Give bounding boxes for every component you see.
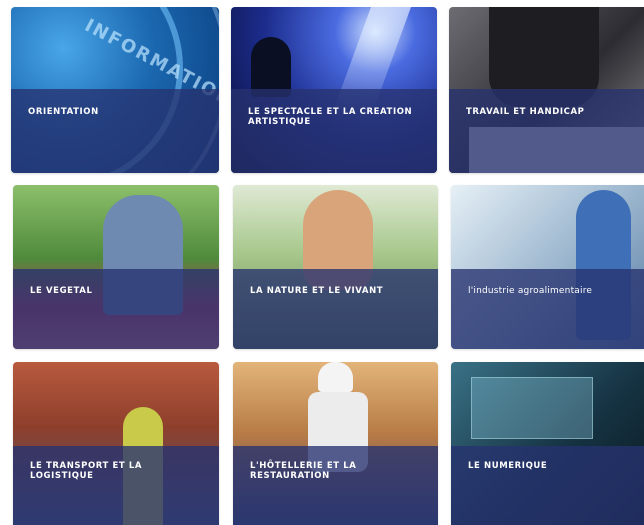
label-band bbox=[233, 269, 438, 349]
sector-grid: INFORMATION ORIENTATION LE SPECTACLE ET … bbox=[0, 0, 644, 525]
tile-label: TRAVAIL ET HANDICAP bbox=[466, 107, 585, 117]
tile-label: LE SPECTACLE ET LA CREATION ARTISTIQUE bbox=[248, 107, 413, 127]
tile-label: LA NATURE ET LE VIVANT bbox=[250, 286, 384, 296]
label-band bbox=[13, 269, 219, 349]
tile-vegetal[interactable]: LE VEGETAL bbox=[13, 185, 219, 349]
tile-transport-logistique[interactable]: LE TRANSPORT ET LA LOGISTIQUE bbox=[13, 362, 219, 525]
label-band bbox=[451, 446, 644, 525]
label-band bbox=[449, 89, 644, 173]
label-band bbox=[231, 89, 437, 173]
tile-label: L'HÔTELLERIE ET LA RESTAURATION bbox=[250, 461, 357, 481]
tile-nature-vivant[interactable]: LA NATURE ET LE VIVANT bbox=[233, 185, 438, 349]
tile-travail-handicap[interactable]: TRAVAIL ET HANDICAP bbox=[449, 7, 644, 173]
tile-label: LE VEGETAL bbox=[30, 286, 93, 296]
screen-panel bbox=[471, 377, 593, 439]
tile-label: l'industrie agroalimentaire bbox=[468, 286, 593, 296]
label-band bbox=[451, 269, 644, 349]
tile-hotellerie-restauration[interactable]: L'HÔTELLERIE ET LA RESTAURATION bbox=[233, 362, 438, 525]
label-band bbox=[13, 446, 219, 525]
tile-spectacle[interactable]: LE SPECTACLE ET LA CREATION ARTISTIQUE bbox=[231, 7, 437, 173]
tile-orientation[interactable]: INFORMATION ORIENTATION bbox=[11, 7, 219, 173]
tile-label: ORIENTATION bbox=[28, 107, 99, 117]
tile-label: LE NUMERIQUE bbox=[468, 461, 548, 471]
tile-agroalimentaire[interactable]: l'industrie agroalimentaire bbox=[451, 185, 644, 349]
tile-numerique[interactable]: LE NUMERIQUE bbox=[451, 362, 644, 525]
label-band bbox=[233, 446, 438, 525]
chef-hat bbox=[318, 362, 353, 392]
label-band bbox=[11, 89, 219, 173]
tile-label: LE TRANSPORT ET LA LOGISTIQUE bbox=[30, 461, 143, 481]
performer-silhouette bbox=[251, 37, 291, 97]
